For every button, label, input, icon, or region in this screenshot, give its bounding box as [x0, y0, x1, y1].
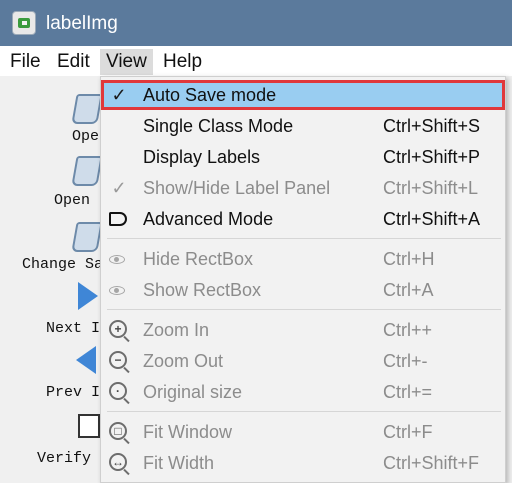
- menu-item-label: Advanced Mode: [143, 209, 274, 229]
- menu-item-label: Fit Window: [143, 422, 233, 442]
- menu-item-advanced-mode[interactable]: Advanced Mode Ctrl+Shift+A: [101, 204, 505, 234]
- menu-item-shortcut: Ctrl+A: [383, 280, 434, 300]
- menu-item-label: Show RectBox: [143, 280, 262, 300]
- left-toolbar: Ope Open Change Sa Next I Prev I Verify: [0, 76, 103, 483]
- menu-file[interactable]: File: [10, 49, 41, 75]
- menu-help[interactable]: Help: [163, 49, 202, 75]
- eye-icon: [109, 249, 129, 269]
- labelimg-app-icon: [12, 11, 36, 35]
- menu-item-shortcut: Ctrl+F: [383, 422, 433, 442]
- menu-item-label: Auto Save mode: [143, 85, 277, 105]
- tool-change-save-dir-label[interactable]: Change Sa: [22, 256, 103, 273]
- menu-item-single-class-mode[interactable]: Single Class Mode Ctrl+Shift+S: [101, 111, 505, 141]
- folder-icon[interactable]: [71, 94, 103, 124]
- menu-item-shortcut: Ctrl+Shift+L: [383, 178, 479, 198]
- menu-item-show-rectbox: Show RectBox Ctrl+A: [101, 275, 505, 305]
- menu-item-fit-width: ↔ Fit Width Ctrl+Shift+F: [101, 448, 505, 478]
- eye-icon: [109, 280, 129, 300]
- title-bar: labelImg: [0, 0, 512, 46]
- menu-item-label: Fit Width: [143, 453, 215, 473]
- menu-item-zoom-out: − Zoom Out Ctrl+-: [101, 346, 505, 376]
- menu-item-shortcut: Ctrl+H: [383, 249, 435, 269]
- folder-icon[interactable]: [71, 222, 103, 252]
- menu-item-label: Hide RectBox: [143, 249, 254, 269]
- menu-item-label: Show/Hide Label Panel: [143, 178, 331, 198]
- zoom-original-icon: ·: [109, 382, 129, 402]
- menu-bar: File Edit View Help: [0, 46, 512, 76]
- fit-width-icon: ↔: [109, 453, 129, 473]
- check-icon: ✓: [111, 85, 127, 105]
- menu-view[interactable]: View: [100, 49, 153, 75]
- menu-item-shortcut: Ctrl+=: [383, 382, 433, 402]
- menu-item-fit-window: □ Fit Window Ctrl+F: [101, 417, 505, 447]
- menu-item-zoom-in: + Zoom In Ctrl++: [101, 315, 505, 345]
- tool-open-dir-label[interactable]: Open: [54, 192, 90, 209]
- menu-item-show-hide-label-panel: ✓ Show/Hide Label Panel Ctrl+Shift+L: [101, 173, 505, 203]
- tool-open-label[interactable]: Ope: [72, 128, 99, 145]
- menu-edit[interactable]: Edit: [57, 49, 90, 75]
- menu-item-label: Zoom Out: [143, 351, 224, 371]
- menu-item-shortcut: Ctrl+-: [383, 351, 428, 371]
- menu-item-shortcut: Ctrl+Shift+P: [383, 147, 481, 167]
- tag-icon: [109, 209, 129, 229]
- verify-check-icon[interactable]: [78, 414, 100, 438]
- tool-prev-image-label[interactable]: Prev I: [46, 384, 100, 401]
- prev-arrow-icon[interactable]: [76, 346, 102, 376]
- menu-item-display-labels[interactable]: Display Labels Ctrl+Shift+P: [101, 142, 505, 172]
- zoom-in-icon: +: [109, 320, 129, 340]
- zoom-out-icon: −: [109, 351, 129, 371]
- menu-item-label: Single Class Mode: [143, 116, 294, 136]
- menu-separator: [107, 309, 501, 310]
- menu-item-original-size: · Original size Ctrl+=: [101, 377, 505, 407]
- menu-item-hide-rectbox: Hide RectBox Ctrl+H: [101, 244, 505, 274]
- window-title: labelImg: [46, 13, 118, 34]
- fit-window-icon: □: [109, 422, 129, 442]
- menu-separator: [107, 238, 501, 239]
- tool-verify-label[interactable]: Verify: [37, 450, 91, 467]
- menu-item-shortcut: Ctrl+Shift+F: [383, 453, 480, 473]
- menu-item-label: Original size: [143, 382, 243, 402]
- menu-item-label: Zoom In: [143, 320, 210, 340]
- menu-item-shortcut: Ctrl+Shift+S: [383, 116, 481, 136]
- menu-item-auto-save-mode[interactable]: ✓ Auto Save mode: [101, 80, 505, 110]
- view-menu-dropdown: ✓ Auto Save mode Single Class Mode Ctrl+…: [100, 76, 506, 483]
- check-icon: ✓: [111, 178, 127, 198]
- tool-next-image-label[interactable]: Next I: [46, 320, 100, 337]
- menu-item-label: Display Labels: [143, 147, 261, 167]
- menu-item-shortcut: Ctrl+Shift+A: [383, 209, 481, 229]
- menu-item-shortcut: Ctrl++: [383, 320, 433, 340]
- menu-separator: [107, 411, 501, 412]
- folder-icon[interactable]: [71, 156, 103, 186]
